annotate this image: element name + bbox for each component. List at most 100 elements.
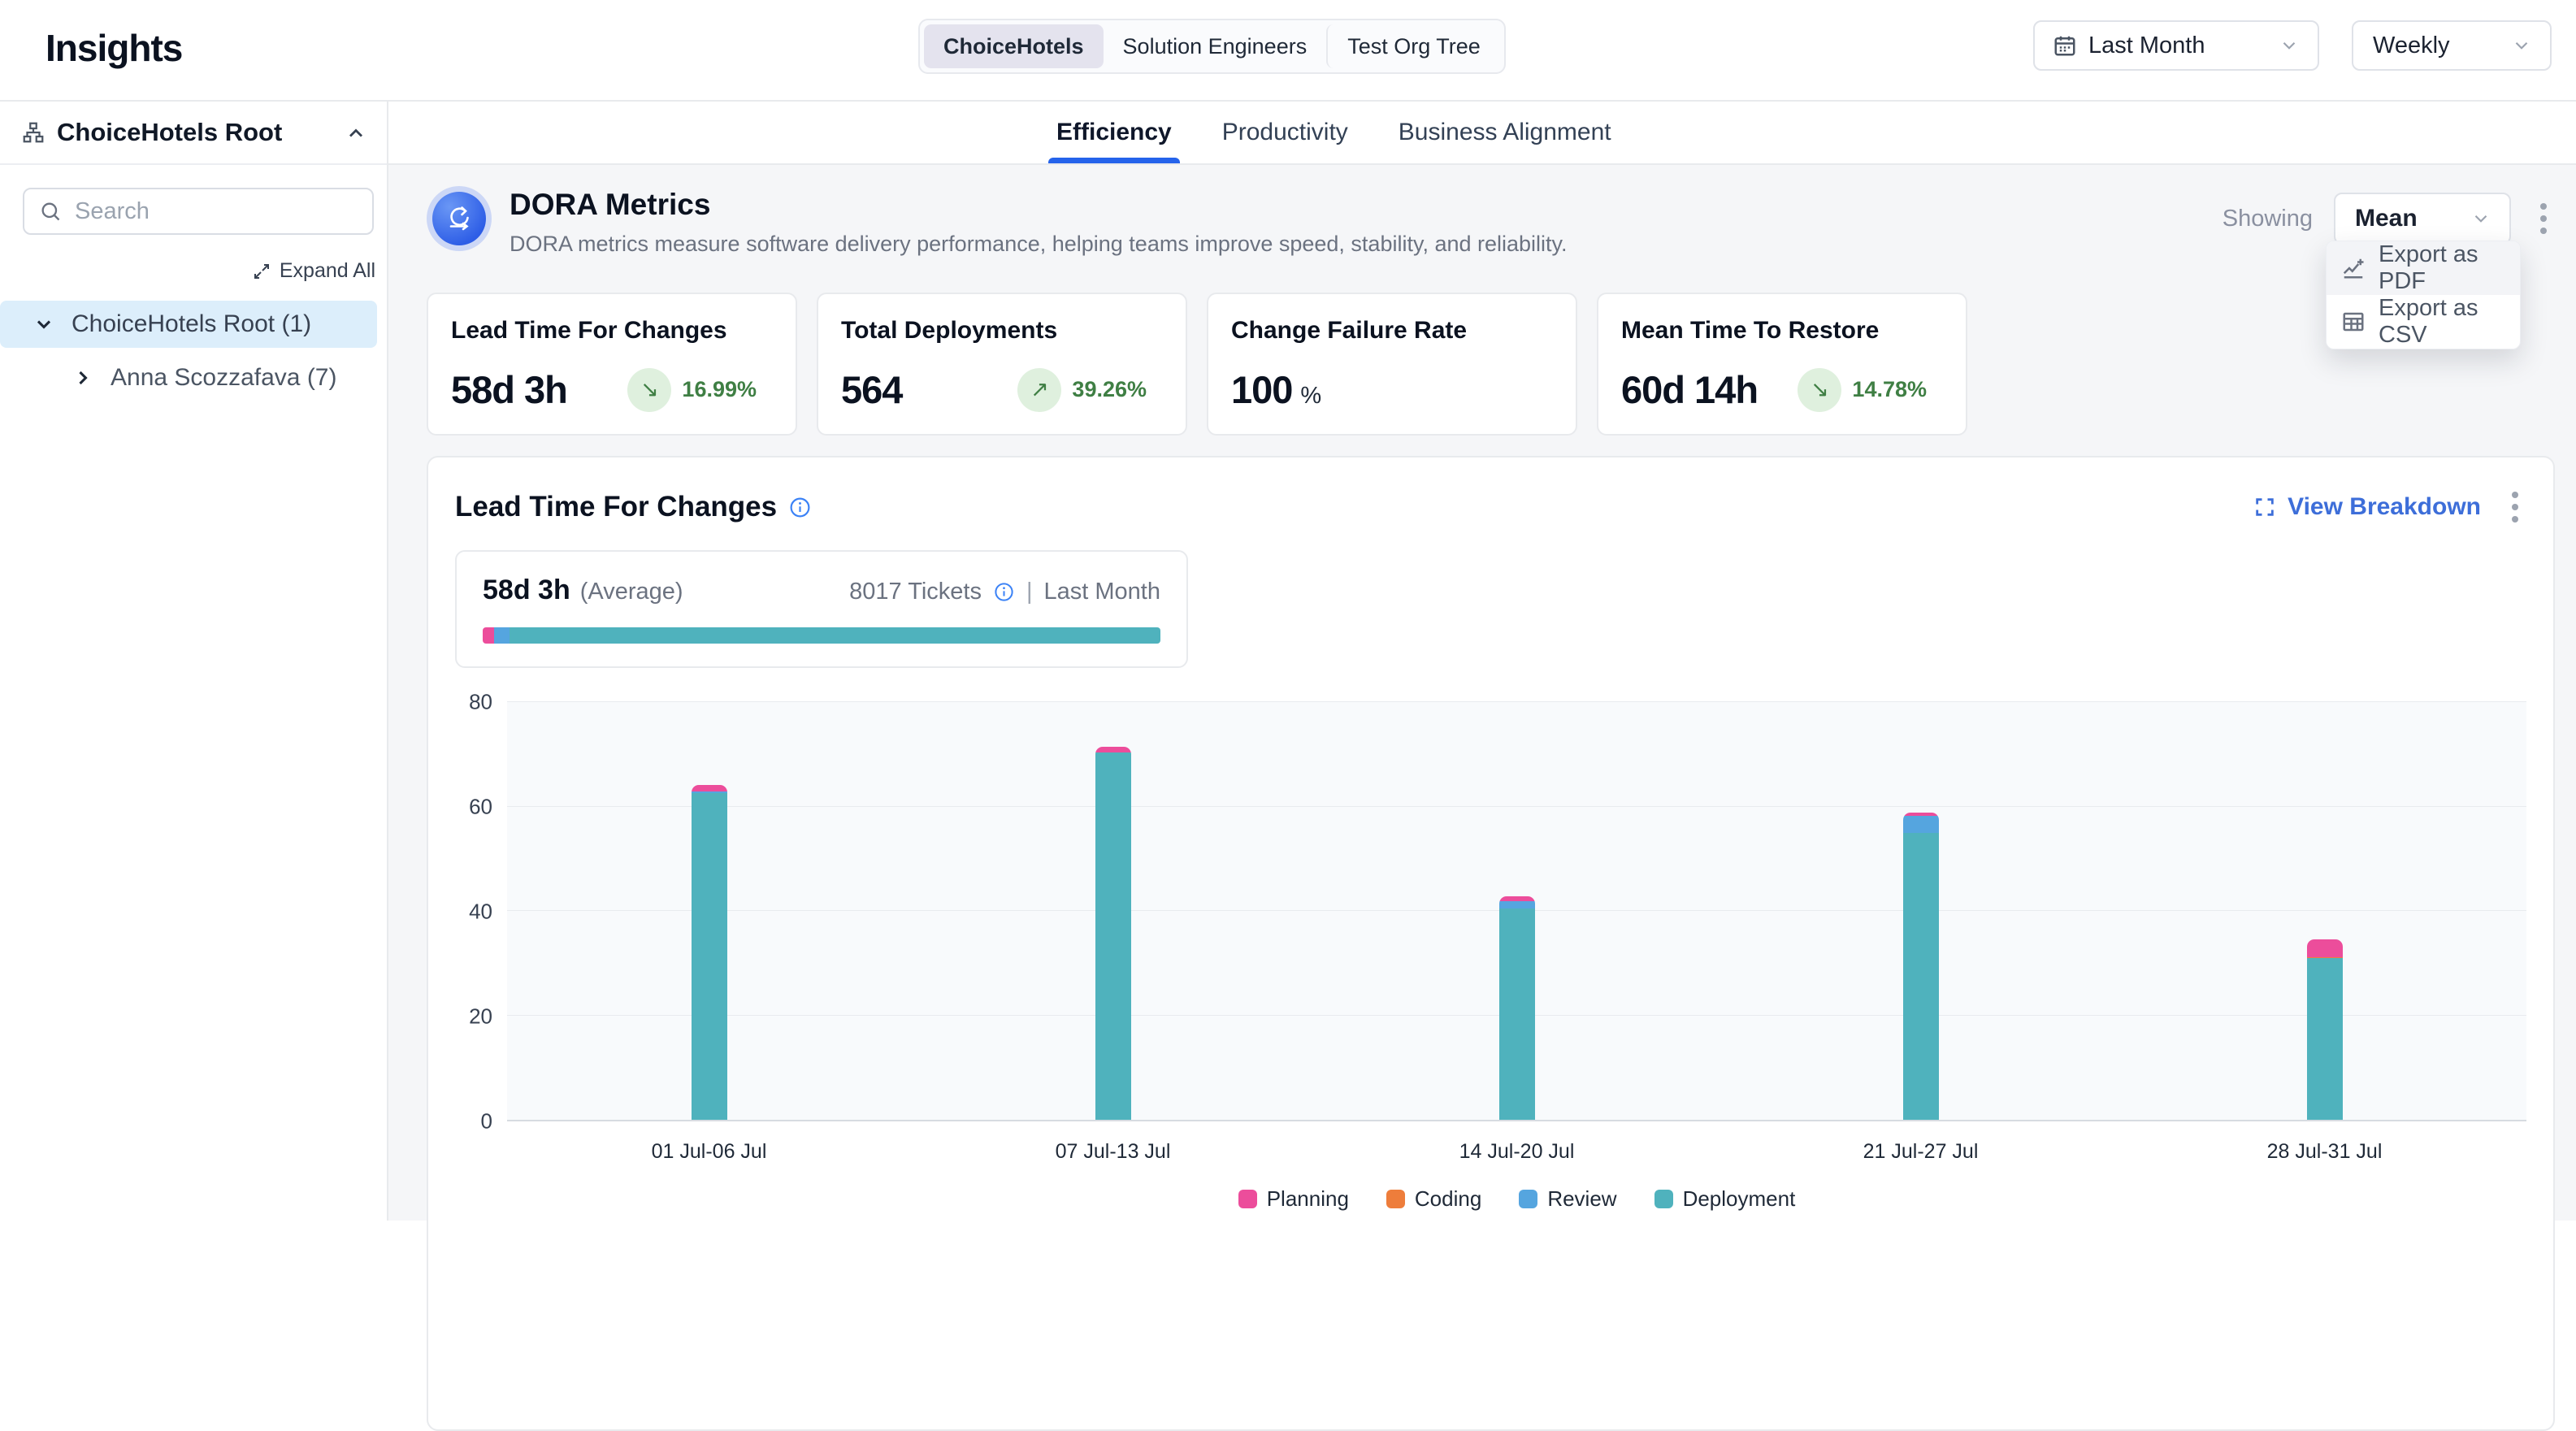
chevron-up-icon[interactable] [345, 122, 366, 143]
stacked-bar-5 [2307, 939, 2343, 1120]
progress-segment-review [494, 627, 510, 644]
metric-card-change-failure-rate: Change Failure Rate 100% [1207, 293, 1577, 436]
legend-swatch-icon [1386, 1190, 1405, 1208]
tree-node-child[interactable]: Anna Scozzafava (7) [0, 354, 387, 401]
metric-title: Lead Time For Changes [451, 317, 773, 345]
progress-segment-deployment [510, 627, 1160, 644]
legend-label: Deployment [1683, 1186, 1796, 1212]
legend-label: Coding [1415, 1186, 1481, 1212]
chart-plot-area [507, 702, 2526, 1121]
chart-y-axis: 020406080 [455, 702, 507, 1121]
bar-segment-planning [692, 785, 727, 791]
view-tabs-bar: Efficiency Productivity Business Alignme… [388, 102, 2576, 165]
menu-item-export-csv[interactable]: Export as CSV [2327, 295, 2520, 349]
chart-title: Lead Time For Changes [455, 491, 777, 523]
tab-productivity[interactable]: Productivity [1214, 102, 1356, 163]
export-menu: Export as PDF Export as CSV [2326, 241, 2521, 349]
menu-item-export-pdf[interactable]: Export as PDF [2327, 241, 2520, 295]
info-icon[interactable] [993, 581, 1015, 603]
trend-badge: ↗ 39.26% [1017, 368, 1147, 412]
view-breakdown-button[interactable]: View Breakdown [2253, 493, 2481, 521]
legend-swatch-icon [1519, 1190, 1537, 1208]
chevron-down-icon [2470, 208, 2491, 229]
metric-cards-row: Lead Time For Changes 58d 3h ↘ 16.99% To… [427, 293, 2555, 436]
org-tab-solution-engineers[interactable]: Solution Engineers [1104, 24, 1327, 68]
tab-business-alignment[interactable]: Business Alignment [1390, 102, 1620, 163]
dora-header: DORA Metrics DORA metrics measure softwa… [427, 186, 2555, 257]
expand-arrows-icon [252, 262, 271, 281]
summary-value: 58d 3h [483, 575, 570, 606]
search-icon [39, 200, 62, 223]
sidebar-header[interactable]: ChoiceHotels Root [0, 102, 387, 165]
main-panel: Efficiency Productivity Business Alignme… [388, 102, 2576, 1221]
legend-label: Planning [1267, 1186, 1349, 1212]
date-range-select[interactable]: Last Month [2033, 20, 2319, 71]
info-icon[interactable] [788, 496, 812, 519]
metric-value: 60d 14h [1621, 367, 1758, 412]
sprint-cycle-icon [432, 192, 486, 245]
chevron-right-icon[interactable] [72, 366, 94, 389]
expand-all-button[interactable]: Expand All [0, 259, 375, 283]
chevron-down-icon[interactable] [33, 313, 55, 336]
metric-card-lead-time: Lead Time For Changes 58d 3h ↘ 16.99% [427, 293, 797, 436]
stacked-bar-1 [692, 785, 727, 1120]
section-title: DORA Metrics [510, 188, 1568, 222]
chart-x-axis: 01 Jul-06 Jul07 Jul-13 Jul14 Jul-20 Jul2… [507, 1121, 2526, 1182]
sidebar-search[interactable] [23, 188, 374, 235]
trend-percent: 14.78% [1852, 377, 1927, 402]
tickets-count: 8017 Tickets [849, 579, 982, 605]
x-tick-label: 14 Jul-20 Jul [1315, 1140, 1719, 1164]
separator: | [1026, 579, 1033, 605]
x-tick-label: 28 Jul-31 Jul [2123, 1140, 2526, 1164]
tab-efficiency[interactable]: Efficiency [1048, 102, 1180, 163]
x-tick-label: 21 Jul-27 Jul [1719, 1140, 2123, 1164]
trend-arrow-icon: ↘ [640, 377, 659, 402]
org-tree: ChoiceHotels Root (1) Anna Scozzafava (7… [0, 301, 387, 401]
kebab-menu-icon[interactable] [2532, 198, 2555, 239]
org-tab-test-org-tree[interactable]: Test Org Tree [1326, 24, 1500, 68]
y-tick-label: 40 [469, 900, 492, 925]
granularity-select[interactable]: Weekly [2352, 20, 2552, 71]
legend-swatch-icon [1654, 1190, 1673, 1208]
view-breakdown-label: View Breakdown [2288, 493, 2481, 521]
legend-item-review[interactable]: Review [1519, 1186, 1616, 1212]
granularity-value: Weekly [2373, 33, 2450, 59]
aggregation-select[interactable]: Mean [2334, 193, 2511, 245]
legend-item-coding[interactable]: Coding [1386, 1186, 1481, 1212]
stacked-bar-2 [1095, 747, 1131, 1120]
search-input[interactable] [75, 198, 358, 225]
menu-item-label: Export as CSV [2379, 295, 2505, 349]
y-tick-label: 20 [469, 1004, 492, 1030]
tree-node-root[interactable]: ChoiceHotels Root (1) [0, 301, 377, 348]
metric-card-total-deployments: Total Deployments 564 ↗ 39.26% [817, 293, 1187, 436]
bar-segment-deployment [2307, 958, 2343, 1120]
metric-title: Mean Time To Restore [1621, 317, 1943, 345]
kebab-menu-icon[interactable] [2504, 487, 2526, 527]
summary-qualifier: (Average) [580, 579, 683, 605]
phase-progress-bar [483, 627, 1160, 644]
stacked-bar-3 [1499, 896, 1535, 1120]
expand-all-label: Expand All [280, 259, 375, 283]
org-tree-icon [21, 120, 46, 145]
page-title: Insights [46, 26, 182, 70]
legend-item-planning[interactable]: Planning [1238, 1186, 1349, 1212]
bar-segment-deployment [1499, 908, 1535, 1120]
stacked-bar-4 [1903, 813, 1939, 1120]
chart-export-icon [2341, 256, 2366, 280]
menu-item-label: Export as PDF [2379, 241, 2505, 295]
sidebar-title: ChoiceHotels Root [57, 118, 282, 147]
y-tick-label: 60 [469, 795, 492, 820]
metric-title: Total Deployments [841, 317, 1163, 345]
metric-value: 100% [1231, 367, 1321, 412]
bar-segment-planning [1095, 747, 1131, 753]
chart-legend: Planning Coding Review Deployment [507, 1186, 2526, 1212]
org-tab-choicehotels[interactable]: ChoiceHotels [924, 24, 1104, 68]
bar-segment-deployment [1095, 752, 1131, 1120]
legend-item-deployment[interactable]: Deployment [1654, 1186, 1796, 1212]
trend-badge: ↘ 14.78% [1798, 368, 1927, 412]
progress-segment-planning [483, 627, 494, 644]
date-range-value: Last Month [2088, 33, 2205, 59]
expand-icon [2253, 496, 2276, 518]
table-icon [2341, 310, 2366, 334]
main-content: DORA Metrics DORA metrics measure softwa… [388, 165, 2576, 1431]
